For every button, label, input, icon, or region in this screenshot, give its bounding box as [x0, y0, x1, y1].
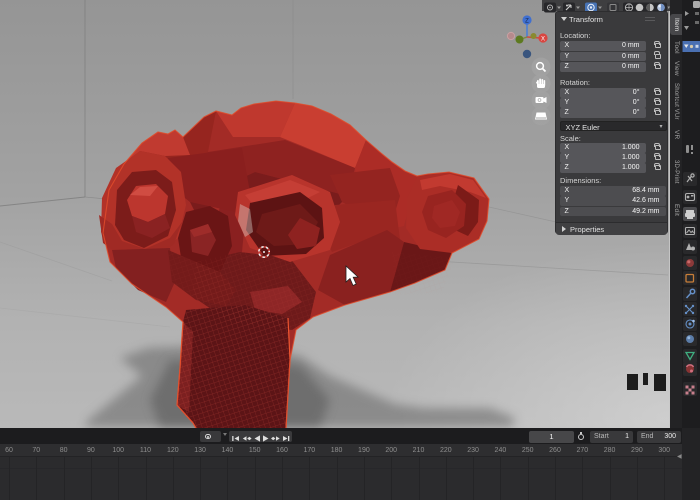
- svg-text:X: X: [541, 37, 545, 43]
- svg-text:Z: Z: [525, 19, 529, 25]
